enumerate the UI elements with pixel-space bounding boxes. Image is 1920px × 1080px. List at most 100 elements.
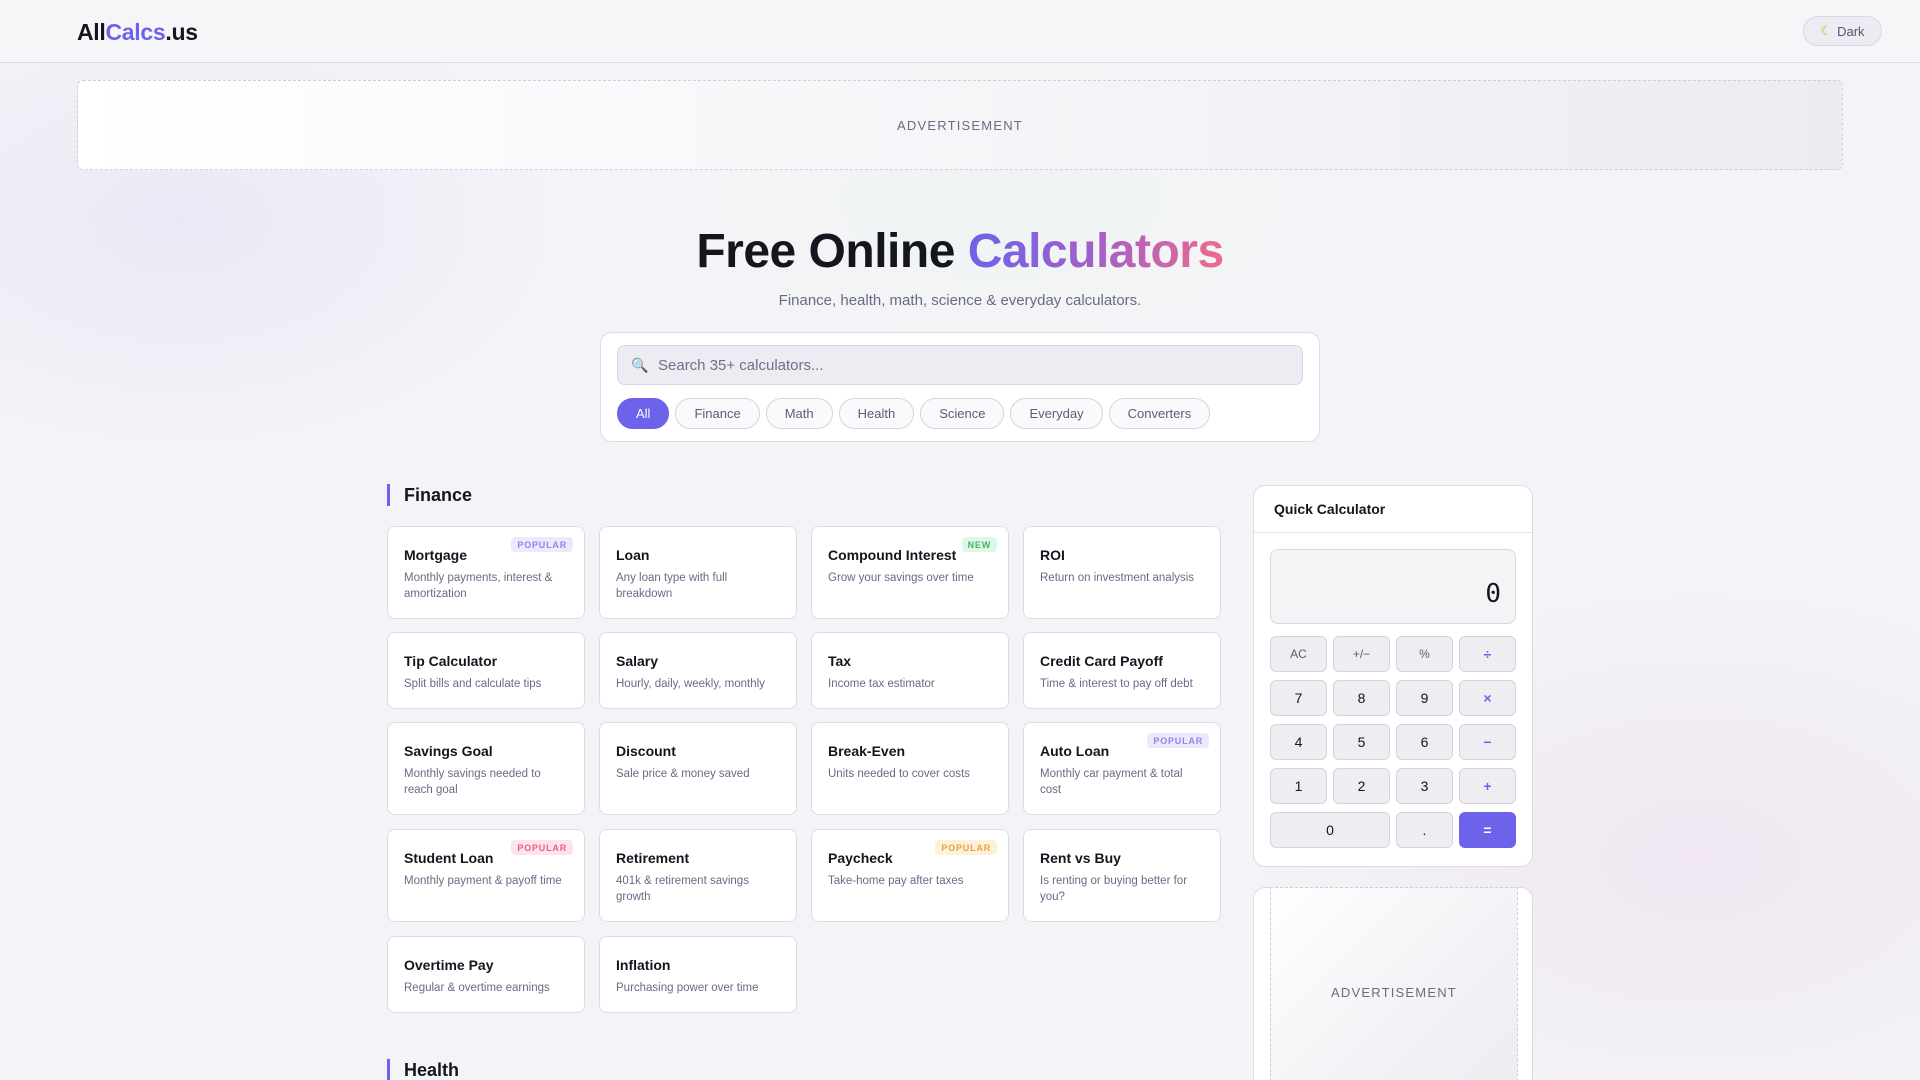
top-nav-bar: AllCalcs.us ☾ Dark bbox=[0, 0, 1920, 63]
calculator-card-roi[interactable]: ROI Return on investment analysis bbox=[1023, 526, 1221, 619]
digit-4-button[interactable]: 4 bbox=[1270, 724, 1327, 760]
calculator-card-auto-loan[interactable]: POPULAR Auto Loan Monthly car payment & … bbox=[1023, 722, 1221, 815]
section-title-health: Health bbox=[387, 1059, 459, 1080]
calculator-card-mortgage[interactable]: POPULAR Mortgage Monthly payments, inter… bbox=[387, 526, 585, 619]
calculator-card-break-even[interactable]: Break-Even Units needed to cover costs bbox=[811, 722, 1009, 815]
card-title: Loan bbox=[616, 547, 650, 563]
popular-badge: POPULAR bbox=[1147, 733, 1209, 748]
digit-8-button[interactable]: 8 bbox=[1333, 680, 1390, 716]
card-description: Regular & overtime earnings bbox=[404, 982, 550, 994]
logo-suffix: .us bbox=[165, 19, 198, 45]
equals-button[interactable]: = bbox=[1459, 812, 1516, 848]
digit-1-button[interactable]: 1 bbox=[1270, 768, 1327, 804]
filter-tab-health[interactable]: Health bbox=[838, 398, 915, 429]
filter-tab-math[interactable]: Math bbox=[765, 398, 833, 429]
filter-tab-finance[interactable]: Finance bbox=[675, 398, 760, 429]
card-description: Monthly savings needed to reach goal bbox=[404, 768, 541, 796]
card-description: Take-home pay after taxes bbox=[828, 875, 964, 887]
popular-badge: POPULAR bbox=[935, 840, 997, 855]
card-title: ROI bbox=[1040, 547, 1065, 563]
quick-calculator-title: Quick Calculator bbox=[1254, 486, 1532, 533]
multiply-button[interactable]: × bbox=[1459, 680, 1516, 716]
page-title-plain: Free Online bbox=[696, 225, 968, 278]
search-box[interactable]: 🔍 bbox=[617, 345, 1303, 385]
card-description: Return on investment analysis bbox=[1040, 572, 1195, 584]
dark-mode-toggle-button[interactable]: ☾ Dark bbox=[1803, 16, 1882, 46]
advertisement-sidebar-inner: ADVERTISEMENT bbox=[1270, 887, 1518, 1080]
digit-9-button[interactable]: 9 bbox=[1396, 680, 1453, 716]
card-title: Credit Card Payoff bbox=[1040, 653, 1163, 669]
card-description: Time & interest to pay off debt bbox=[1040, 678, 1193, 690]
page-title-gradient: Calculators bbox=[967, 225, 1224, 278]
advertisement-sidebar[interactable]: ADVERTISEMENT bbox=[1253, 887, 1533, 1080]
digit-5-button[interactable]: 5 bbox=[1333, 724, 1390, 760]
advertisement-label: ADVERTISEMENT bbox=[1331, 985, 1457, 1000]
card-title: Inflation bbox=[616, 957, 671, 973]
clear-button[interactable]: AC bbox=[1270, 636, 1327, 672]
calculator-card-student-loan[interactable]: POPULAR Student Loan Monthly payment & p… bbox=[387, 829, 585, 922]
page-title: Free Online Calculators bbox=[0, 224, 1920, 279]
dark-mode-label: Dark bbox=[1837, 23, 1865, 39]
card-description: Monthly car payment & total cost bbox=[1040, 768, 1183, 796]
digit-6-button[interactable]: 6 bbox=[1396, 724, 1453, 760]
filter-tab-science[interactable]: Science bbox=[920, 398, 1005, 429]
digit-0-button[interactable]: 0 bbox=[1270, 812, 1390, 848]
percent-button[interactable]: % bbox=[1396, 636, 1453, 672]
digit-3-button[interactable]: 3 bbox=[1396, 768, 1453, 804]
search-panel: 🔍 All Finance Math Health Science Everyd… bbox=[600, 332, 1320, 442]
calculator-card-compound-interest[interactable]: NEW Compound Interest Grow your savings … bbox=[811, 526, 1009, 619]
calculator-card-retirement[interactable]: Retirement 401k & retirement savings gro… bbox=[599, 829, 797, 922]
calculator-card-tax[interactable]: Tax Income tax estimator bbox=[811, 632, 1009, 709]
add-button[interactable]: + bbox=[1459, 768, 1516, 804]
digit-7-button[interactable]: 7 bbox=[1270, 680, 1327, 716]
calculator-card-tip-calculator[interactable]: Tip Calculator Split bills and calculate… bbox=[387, 632, 585, 709]
calculator-card-salary[interactable]: Salary Hourly, daily, weekly, monthly bbox=[599, 632, 797, 709]
site-logo[interactable]: AllCalcs.us bbox=[77, 19, 198, 46]
card-description: Split bills and calculate tips bbox=[404, 678, 542, 690]
card-description: Any loan type with full breakdown bbox=[616, 572, 728, 600]
calculator-card-rent-vs-buy[interactable]: Rent vs Buy Is renting or buying better … bbox=[1023, 829, 1221, 922]
plus-minus-button[interactable]: +/− bbox=[1333, 636, 1390, 672]
digit-2-button[interactable]: 2 bbox=[1333, 768, 1390, 804]
search-icon: 🔍 bbox=[631, 357, 649, 373]
decimal-button[interactable]: . bbox=[1396, 812, 1453, 848]
calculator-card-credit-card-payoff[interactable]: Credit Card Payoff Time & interest to pa… bbox=[1023, 632, 1221, 709]
card-description: Monthly payment & payoff time bbox=[404, 875, 562, 887]
calculator-card-inflation[interactable]: Inflation Purchasing power over time bbox=[599, 936, 797, 1013]
card-title: Retirement bbox=[616, 850, 690, 866]
card-description: Grow your savings over time bbox=[828, 572, 974, 584]
calculator-card-loan[interactable]: Loan Any loan type with full breakdown bbox=[599, 526, 797, 619]
new-badge: NEW bbox=[961, 537, 997, 552]
card-title: Tax bbox=[828, 653, 852, 669]
card-description: Monthly payments, interest & amortizatio… bbox=[404, 572, 553, 600]
calculator-display: 0 bbox=[1270, 549, 1516, 624]
subtract-button[interactable]: − bbox=[1459, 724, 1516, 760]
quick-calculator-panel: Quick Calculator 0 AC +/− % ÷ 7 8 9 × 4 … bbox=[1253, 485, 1533, 867]
logo-accent: Calcs bbox=[105, 19, 166, 45]
calculator-card-savings-goal[interactable]: Savings Goal Monthly savings needed to r… bbox=[387, 722, 585, 815]
search-input[interactable] bbox=[658, 346, 1288, 384]
filter-tab-everyday[interactable]: Everyday bbox=[1010, 398, 1103, 429]
category-filter-tabs: All Finance Math Health Science Everyday… bbox=[617, 398, 1211, 429]
calculator-card-discount[interactable]: Discount Sale price & money saved bbox=[599, 722, 797, 815]
card-description: Units needed to cover costs bbox=[828, 768, 970, 780]
filter-tab-converters[interactable]: Converters bbox=[1108, 398, 1211, 429]
popular-badge: POPULAR bbox=[511, 840, 573, 855]
card-description: Sale price & money saved bbox=[616, 768, 750, 780]
advertisement-banner-top[interactable]: ADVERTISEMENT bbox=[77, 80, 1843, 170]
popular-badge: POPULAR bbox=[511, 537, 573, 552]
section-title-finance: Finance bbox=[387, 484, 472, 506]
calculator-card-overtime-pay[interactable]: Overtime Pay Regular & overtime earnings bbox=[387, 936, 585, 1013]
advertisement-label: ADVERTISEMENT bbox=[897, 117, 1023, 133]
card-title: Tip Calculator bbox=[404, 653, 498, 669]
calculator-card-paycheck[interactable]: POPULAR Paycheck Take-home pay after tax… bbox=[811, 829, 1009, 922]
card-description: Is renting or buying better for you? bbox=[1040, 875, 1188, 903]
card-title: Break-Even bbox=[828, 743, 906, 759]
card-description: Income tax estimator bbox=[828, 678, 935, 690]
card-title: Rent vs Buy bbox=[1040, 850, 1121, 866]
card-title: Overtime Pay bbox=[404, 957, 494, 973]
page-subtitle: Finance, health, math, science & everyda… bbox=[778, 292, 1142, 309]
card-description: Hourly, daily, weekly, monthly bbox=[616, 678, 765, 690]
filter-tab-all[interactable]: All bbox=[617, 398, 670, 429]
divide-button[interactable]: ÷ bbox=[1459, 636, 1516, 672]
